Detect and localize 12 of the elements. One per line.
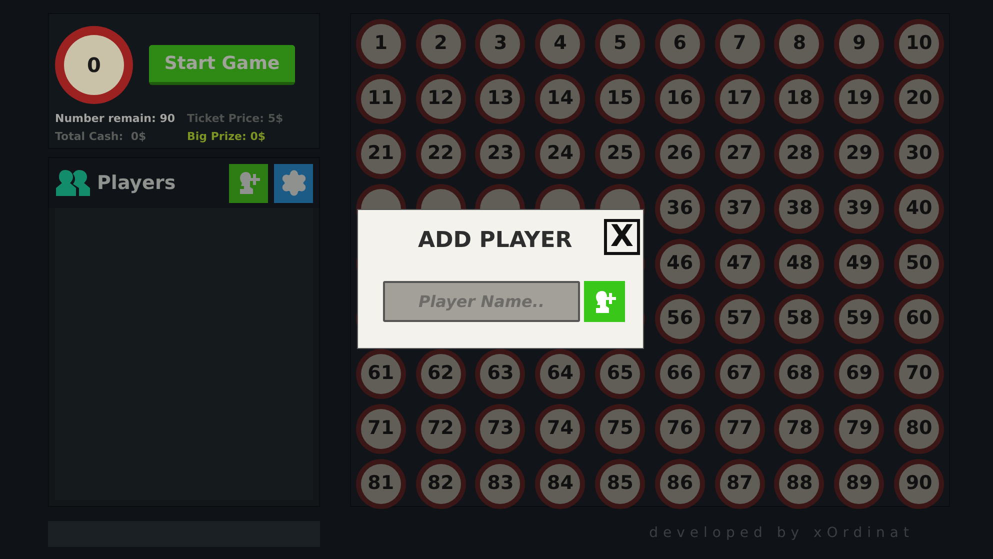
settings-icon xyxy=(280,169,308,197)
close-button[interactable]: X xyxy=(604,218,640,254)
add-player-button[interactable] xyxy=(229,164,268,202)
users-icon xyxy=(55,168,91,198)
settings-button[interactable] xyxy=(274,164,313,202)
stat-text: Number remain: 90 xyxy=(55,111,176,127)
stat-text: Total Cash: 0$ xyxy=(55,129,148,145)
stat-text: Big Prize: 0$ xyxy=(187,129,267,145)
stat-text: Ticket Price: 5$ xyxy=(187,111,284,127)
dialog-title: ADD PLAYER xyxy=(418,227,572,255)
add-player-confirm-button[interactable] xyxy=(584,281,625,322)
players-title: Players xyxy=(97,170,176,196)
